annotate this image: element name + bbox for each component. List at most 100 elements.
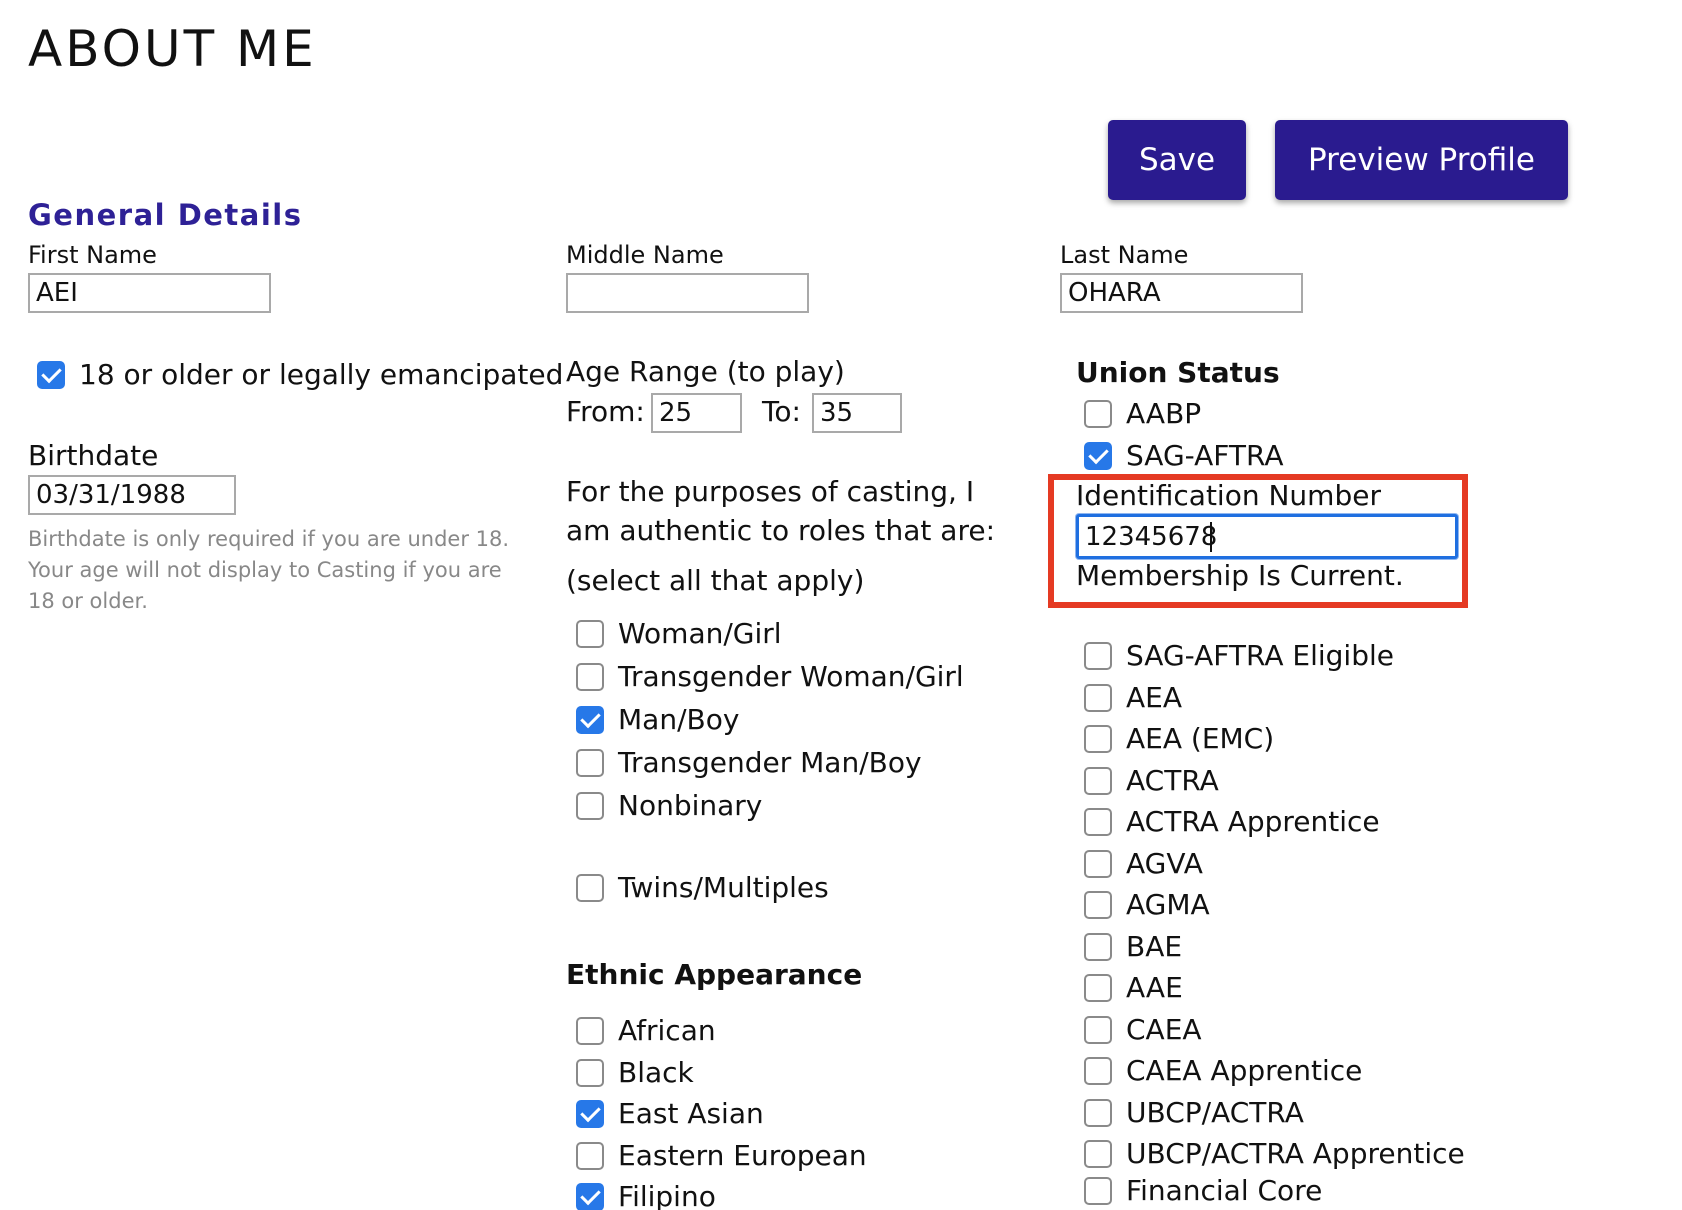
checkbox[interactable] [1084, 1140, 1112, 1168]
checkbox[interactable] [1084, 1177, 1112, 1205]
checkbox[interactable] [576, 1142, 604, 1170]
age-to-input[interactable] [812, 393, 902, 433]
checkbox[interactable] [1084, 725, 1112, 753]
checkbox-label: BAE [1126, 930, 1183, 963]
checkbox[interactable] [1084, 400, 1112, 428]
checkbox[interactable] [1084, 891, 1112, 919]
checkbox[interactable] [1084, 442, 1112, 470]
checkbox-label: CAEA [1126, 1013, 1202, 1046]
birthdate-label: Birthdate [28, 439, 159, 472]
checkbox-label: Black [618, 1056, 694, 1089]
union-option-sag-aftra-eligible[interactable]: SAG-AFTRA Eligible [1084, 637, 1394, 675]
union-option-agva[interactable]: AGVA [1084, 845, 1203, 883]
checkbox[interactable] [576, 1100, 604, 1128]
page-title: ABOUT ME [28, 20, 317, 78]
ethnic-option-black[interactable]: Black [576, 1054, 694, 1092]
checkbox-label: Woman/Girl [618, 617, 782, 650]
checkbox[interactable] [1084, 850, 1112, 878]
union-option-aabp[interactable]: AABP [1084, 395, 1201, 433]
ethnic-appearance-heading: Ethnic Appearance [566, 958, 863, 991]
checkbox-label: UBCP/ACTRA Apprentice [1126, 1137, 1465, 1170]
twins-multiples-option[interactable]: Twins/Multiples [576, 869, 829, 907]
union-option-caea-apprentice[interactable]: CAEA Apprentice [1084, 1052, 1362, 1090]
checkbox[interactable] [1084, 1057, 1112, 1085]
checkbox-label: Financial Core [1126, 1174, 1323, 1207]
legal-age-checkbox[interactable] [37, 361, 65, 389]
casting-option-transgender-woman-girl[interactable]: Transgender Woman/Girl [576, 658, 964, 696]
middle-name-label: Middle Name [566, 241, 724, 269]
union-option-aea-emc[interactable]: AEA (EMC) [1084, 720, 1274, 758]
casting-option-man-boy[interactable]: Man/Boy [576, 701, 739, 739]
union-option-agma[interactable]: AGMA [1084, 886, 1210, 924]
preview-profile-button[interactable]: Preview Profile [1275, 120, 1568, 200]
checkbox-label: AGMA [1126, 888, 1210, 921]
union-option-sag-aftra[interactable]: SAG-AFTRA [1084, 437, 1284, 475]
checkbox-label: Nonbinary [618, 789, 763, 822]
checkbox-label: AAE [1126, 971, 1183, 1004]
checkbox-label: AEA (EMC) [1126, 722, 1275, 755]
checkbox[interactable] [1084, 1099, 1112, 1127]
last-name-input[interactable] [1060, 273, 1303, 313]
about-me-page: ABOUT ME Save Preview Profile General De… [0, 0, 1682, 1210]
ethnic-option-filipino[interactable]: Filipino [576, 1178, 716, 1210]
checkbox[interactable] [576, 1183, 604, 1210]
checkbox[interactable] [576, 706, 604, 734]
checkbox[interactable] [576, 749, 604, 777]
casting-option-nonbinary[interactable]: Nonbinary [576, 787, 762, 825]
checkbox-label: East Asian [618, 1097, 764, 1130]
age-from-input[interactable] [651, 393, 742, 433]
union-option-actra-apprentice[interactable]: ACTRA Apprentice [1084, 803, 1380, 841]
checkbox[interactable] [1084, 933, 1112, 961]
checkbox-label: SAG-AFTRA Eligible [1126, 639, 1394, 672]
save-button[interactable]: Save [1108, 120, 1246, 200]
checkbox-label: Transgender Man/Boy [618, 746, 922, 779]
checkbox[interactable] [1084, 684, 1112, 712]
checkbox-label: SAG-AFTRA [1126, 439, 1284, 472]
legal-age-label: 18 or older or legally emancipated [79, 358, 564, 391]
checkbox-label: AEA [1126, 681, 1182, 714]
legal-age-checkbox-row[interactable]: 18 or older or legally emancipated [37, 356, 563, 394]
birthdate-input[interactable] [28, 475, 236, 515]
checkbox-label: Eastern European [618, 1139, 867, 1172]
casting-prompt-line-2: am authentic to roles that are: [566, 514, 995, 547]
birthdate-helper-text: Birthdate is only required if you are un… [28, 527, 510, 613]
checkbox[interactable] [576, 1017, 604, 1045]
ethnic-option-eastern-european[interactable]: Eastern European [576, 1137, 867, 1175]
ethnic-option-african[interactable]: African [576, 1012, 716, 1050]
ethnic-option-east-asian[interactable]: East Asian [576, 1095, 764, 1133]
union-option-ubcp-actra[interactable]: UBCP/ACTRA [1084, 1094, 1304, 1132]
section-title-general-details: General Details [28, 198, 303, 232]
casting-option-transgender-man-boy[interactable]: Transgender Man/Boy [576, 744, 922, 782]
last-name-label: Last Name [1060, 241, 1189, 269]
checkbox-label: ACTRA [1126, 764, 1219, 797]
age-from-label: From: [566, 395, 645, 428]
first-name-input[interactable] [28, 273, 271, 313]
union-option-bae[interactable]: BAE [1084, 928, 1182, 966]
checkbox[interactable] [1084, 974, 1112, 1002]
text-caret [1210, 522, 1212, 552]
casting-prompt-line-1: For the purposes of casting, I [566, 475, 975, 508]
checkbox[interactable] [576, 620, 604, 648]
checkbox[interactable] [1084, 767, 1112, 795]
union-option-ubcp-actra-apprentice[interactable]: UBCP/ACTRA Apprentice [1084, 1135, 1465, 1173]
middle-name-input[interactable] [566, 273, 809, 313]
union-option-aea[interactable]: AEA [1084, 679, 1182, 717]
union-option-financial-core[interactable]: Financial Core [1084, 1172, 1322, 1210]
checkbox[interactable] [1084, 642, 1112, 670]
casting-option-woman-girl[interactable]: Woman/Girl [576, 615, 782, 653]
union-option-actra[interactable]: ACTRA [1084, 762, 1219, 800]
union-status-heading: Union Status [1076, 356, 1280, 389]
checkbox-label: ACTRA Apprentice [1126, 805, 1380, 838]
checkbox[interactable] [576, 792, 604, 820]
checkbox[interactable] [1084, 1016, 1112, 1044]
checkbox[interactable] [576, 874, 604, 902]
age-to-label: To: [762, 395, 801, 428]
union-option-caea[interactable]: CAEA [1084, 1011, 1202, 1049]
checkbox[interactable] [1084, 808, 1112, 836]
union-option-aae[interactable]: AAE [1084, 969, 1183, 1007]
checkbox-label: AABP [1126, 397, 1202, 430]
checkbox[interactable] [576, 663, 604, 691]
checkbox-label: CAEA Apprentice [1126, 1054, 1363, 1087]
checkbox[interactable] [576, 1059, 604, 1087]
identification-number-input[interactable] [1076, 514, 1458, 559]
